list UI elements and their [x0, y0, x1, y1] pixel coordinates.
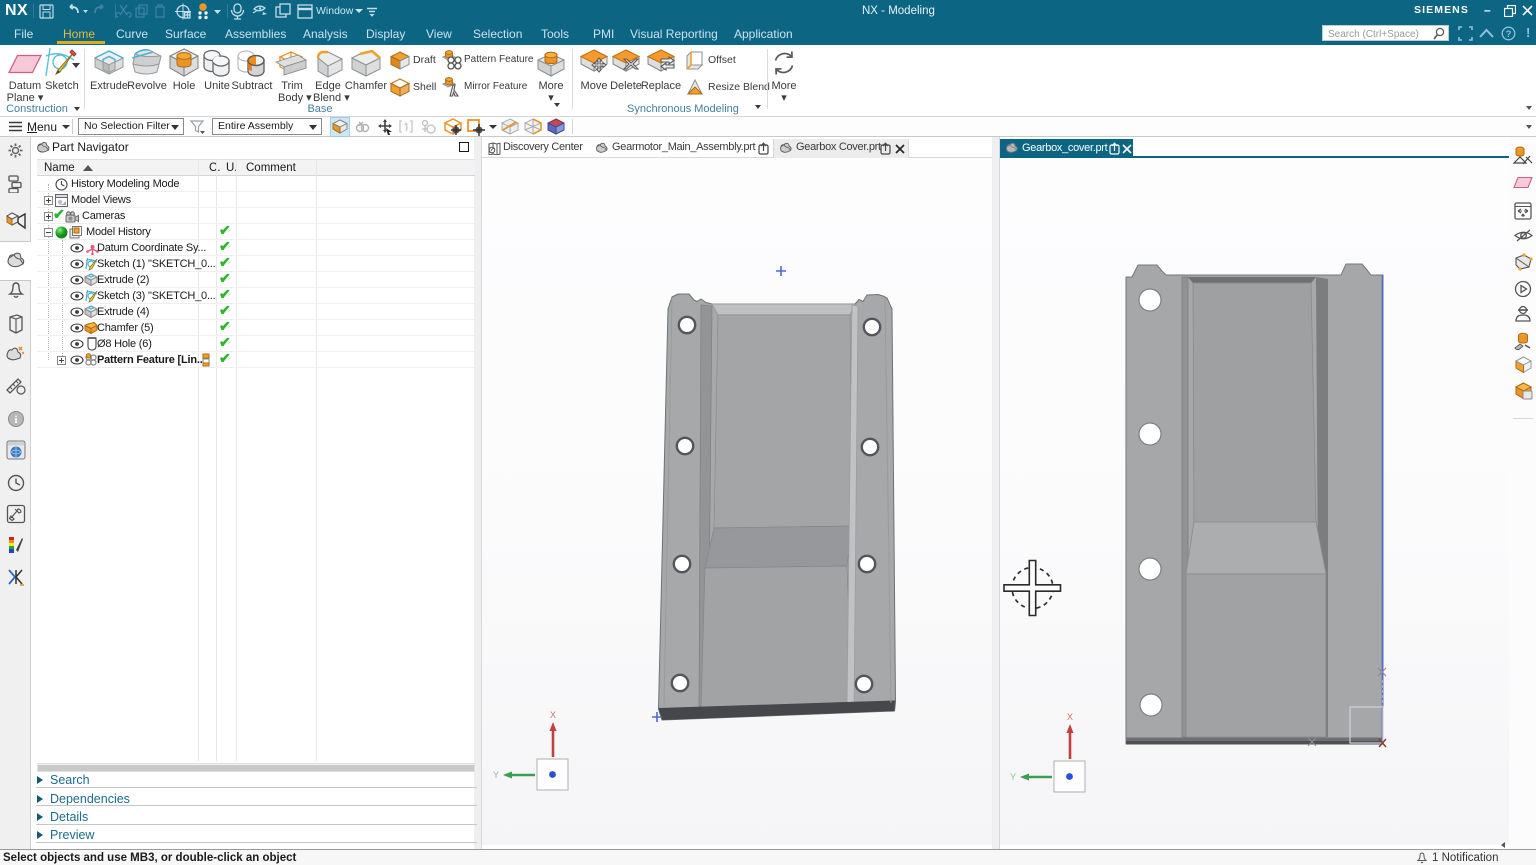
- svg-text:X: X: [550, 710, 556, 720]
- svg-text:i: i: [14, 414, 17, 426]
- svg-text:?: ?: [1506, 29, 1512, 40]
- svg-text:X: X: [1067, 712, 1073, 722]
- svg-text:Y: Y: [493, 770, 499, 780]
- svg-text:Y: Y: [1010, 772, 1016, 782]
